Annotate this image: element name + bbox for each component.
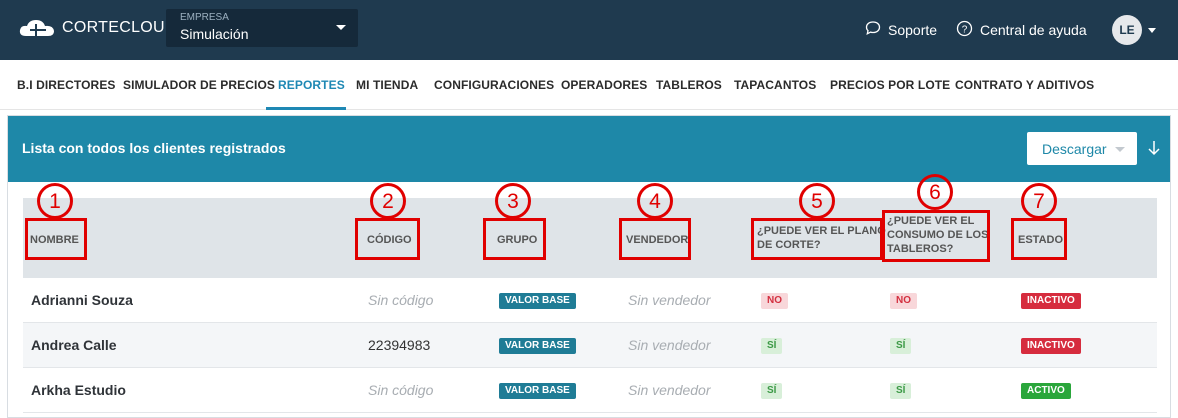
nav-item-mi-tienda[interactable]: MI TIENDA xyxy=(356,78,418,92)
annotation-marker: 2 xyxy=(370,183,406,219)
plano-badge: NO xyxy=(761,293,788,309)
consumo-badge: SÍ xyxy=(890,338,912,354)
annotation-box xyxy=(1011,218,1067,260)
annotation-box xyxy=(751,218,883,260)
annotation-box xyxy=(619,218,691,260)
empresa-selector[interactable]: EMPRESA Simulación xyxy=(166,9,358,47)
chevron-down-icon xyxy=(336,25,346,30)
group-badge: VALOR BASE xyxy=(499,338,576,354)
cell-nombre: Adrianni Souza xyxy=(31,292,133,308)
annotation-box xyxy=(25,218,87,260)
help-circle-icon: ? xyxy=(956,20,980,40)
annotation-marker: 5 xyxy=(799,183,835,219)
card-title: Lista con todos los clientes registrados xyxy=(22,140,286,156)
avatar[interactable]: LE xyxy=(1112,15,1142,45)
consumo-badge: SÍ xyxy=(890,383,912,399)
table-row[interactable]: Andrea Calle 22394983 VALOR BASE Sin ven… xyxy=(23,323,1157,368)
nav-item-tapacantos[interactable]: TAPACANTOS xyxy=(734,78,816,92)
logo-text: CORTECLOUD xyxy=(62,19,177,36)
annotation-box xyxy=(355,218,420,260)
annotation-marker: 1 xyxy=(37,183,73,219)
chat-bubble-icon xyxy=(865,20,888,39)
svg-text:?: ? xyxy=(962,24,968,35)
nav-item-tableros[interactable]: TABLEROS xyxy=(656,78,722,92)
cell-codigo: Sin código xyxy=(368,292,434,308)
active-tab-indicator xyxy=(266,107,346,110)
download-button[interactable]: Descargar xyxy=(1027,132,1137,165)
cell-vendedor: Sin vendedor xyxy=(628,382,711,398)
table-row[interactable]: Arkha Estudio Sin código VALOR BASE Sin … xyxy=(23,368,1157,413)
empresa-label: EMPRESA xyxy=(180,12,229,23)
arrow-down-icon[interactable] xyxy=(1148,140,1160,161)
annotation-marker: 6 xyxy=(917,174,953,210)
caret-down-icon[interactable] xyxy=(1148,28,1156,33)
annotation-marker: 7 xyxy=(1021,183,1057,219)
cloud-logo-icon xyxy=(18,18,56,38)
nav-item-configuraciones[interactable]: CONFIGURACIONES xyxy=(434,78,554,92)
nav-item-bi-directores[interactable]: B.I DIRECTORES xyxy=(17,78,116,92)
annotation-marker: 4 xyxy=(637,183,673,219)
support-link[interactable]: Soporte xyxy=(865,20,937,39)
help-center-label: Central de ayuda xyxy=(980,22,1087,38)
chevron-down-icon xyxy=(1115,147,1125,152)
nav-item-reportes[interactable]: REPORTES xyxy=(278,78,345,92)
nav-item-precios-por-lote[interactable]: PRECIOS POR LOTE xyxy=(830,78,950,92)
group-badge: VALOR BASE xyxy=(499,293,576,309)
nav-item-simulador-precios[interactable]: SIMULADOR DE PRECIOS xyxy=(123,78,275,92)
main-nav: B.I DIRECTORES SIMULADOR DE PRECIOS REPO… xyxy=(0,60,1178,110)
top-bar: CORTECLOUD EMPRESA Simulación Soporte ? … xyxy=(0,0,1178,60)
status-badge: INACTIVO xyxy=(1021,338,1081,354)
cell-nombre: Andrea Calle xyxy=(31,337,117,353)
cell-codigo: 22394983 xyxy=(368,337,431,353)
empresa-value: Simulación xyxy=(180,26,249,42)
cell-codigo: Sin código xyxy=(368,382,434,398)
help-center-link[interactable]: ? Central de ayuda xyxy=(956,20,1087,40)
support-label: Soporte xyxy=(888,21,938,38)
card-header: Lista con todos los clientes registrados… xyxy=(8,116,1170,182)
cell-nombre: Arkha Estudio xyxy=(31,382,126,398)
download-label: Descargar xyxy=(1042,140,1107,157)
consumo-badge: NO xyxy=(890,293,917,309)
table-row[interactable]: Adrianni Souza Sin código VALOR BASE Sin… xyxy=(23,278,1157,323)
nav-item-operadores[interactable]: OPERADORES xyxy=(561,78,647,92)
plano-badge: SÍ xyxy=(761,338,783,354)
annotation-marker: 3 xyxy=(495,183,531,219)
status-badge: ACTIVO xyxy=(1021,383,1071,399)
nav-item-contrato-aditivos[interactable]: CONTRATO Y ADITIVOS xyxy=(955,78,1094,92)
group-badge: VALOR BASE xyxy=(499,383,576,399)
clients-card: Lista con todos los clientes registrados… xyxy=(7,115,1171,418)
plano-badge: SÍ xyxy=(761,383,783,399)
annotation-box xyxy=(882,210,990,262)
cell-vendedor: Sin vendedor xyxy=(628,292,711,308)
annotation-box xyxy=(483,218,546,260)
logo[interactable]: CORTECLOUD xyxy=(18,18,177,38)
status-badge: INACTIVO xyxy=(1021,293,1081,309)
cell-vendedor: Sin vendedor xyxy=(628,337,711,353)
